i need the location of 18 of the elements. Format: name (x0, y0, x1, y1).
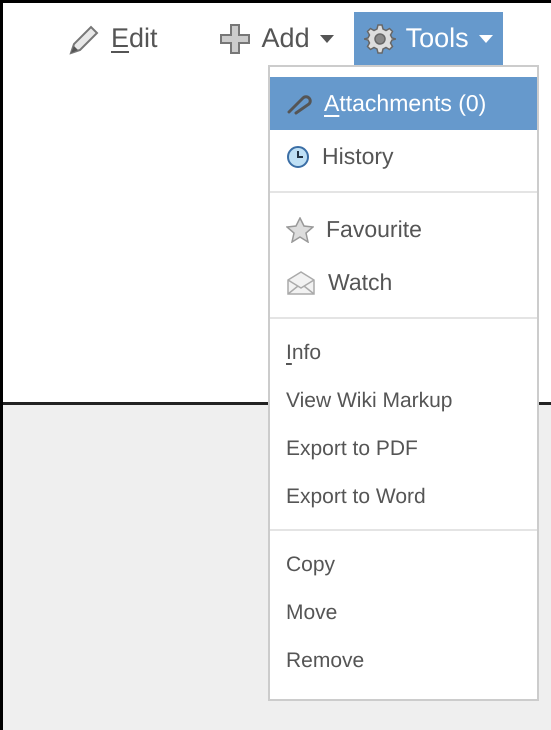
plus-icon (218, 22, 252, 56)
menu-item[interactable]: Move (270, 589, 537, 637)
caret-icon (320, 34, 334, 42)
caret-icon (478, 34, 493, 42)
menu-item[interactable]: Remove (270, 637, 537, 685)
star-icon (286, 216, 314, 242)
menu-item[interactable]: Favourite (270, 203, 537, 256)
clock-icon (286, 144, 310, 168)
menu-item[interactable]: Copy (270, 541, 537, 589)
menu-item[interactable]: Watch (270, 256, 537, 309)
menu-item[interactable]: Export to PDF (270, 425, 537, 473)
menu-item[interactable]: View Wiki Markup (270, 377, 537, 425)
gear-icon (364, 22, 396, 54)
paperclip-icon (286, 92, 312, 114)
menu-item[interactable]: Export to Word (270, 473, 537, 521)
envelope-icon (286, 270, 316, 296)
menu-item[interactable]: Info (270, 329, 537, 377)
menu-item[interactable]: History (270, 130, 537, 183)
